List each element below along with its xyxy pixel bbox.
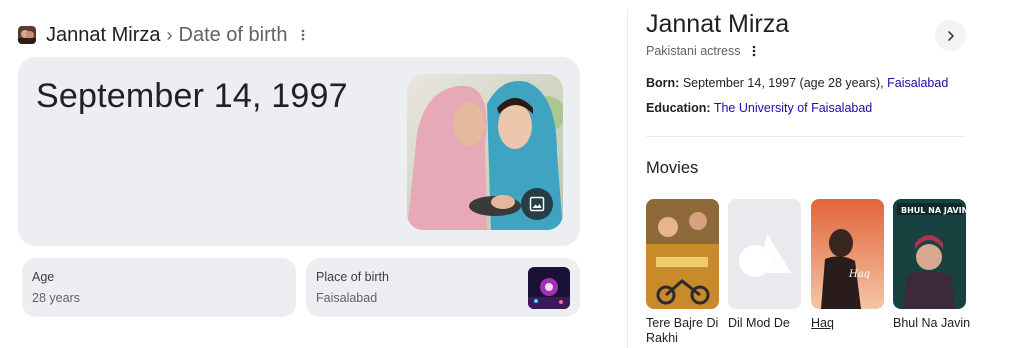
born-value: September 14, 1997 (age 28 years), — [682, 76, 884, 90]
answer-photo[interactable] — [407, 74, 563, 230]
place-of-birth-value: Faisalabad — [316, 291, 378, 305]
born-place-link[interactable]: Faisalabad — [887, 76, 948, 90]
movie-title[interactable]: Haq — [811, 316, 891, 331]
movie-poster-placeholder-icon[interactable] — [728, 199, 801, 309]
svg-text:BHUL NA JAVIN: BHUL NA JAVIN — [901, 206, 966, 215]
column-divider — [627, 10, 628, 348]
movie-title[interactable]: Tere Bajre Di Rakhi — [646, 316, 726, 346]
entity-thumbnail[interactable] — [18, 26, 36, 44]
place-of-birth-card[interactable]: Place of birth Faisalabad — [306, 258, 580, 317]
subtitle-text: Pakistani actress — [646, 44, 741, 58]
breadcrumb-attribute: Date of birth — [178, 23, 288, 46]
born-fact: Born: September 14, 1997 (age 28 years),… — [646, 76, 948, 90]
knowledge-panel-subtitle: Pakistani actress — [646, 44, 756, 58]
more-vert-icon[interactable] — [752, 45, 756, 57]
breadcrumb-entity[interactable]: Jannat Mirza — [46, 24, 161, 47]
place-of-birth-thumbnail — [528, 267, 570, 309]
section-divider — [646, 136, 966, 137]
movies-heading: Movies — [646, 159, 699, 177]
movie-poster-tere-bajre-di-rakhi[interactable] — [646, 199, 719, 309]
education-fact: Education: The University of Faisalabad — [646, 101, 872, 115]
svg-text:Haq: Haq — [848, 269, 870, 280]
movie-poster-haq[interactable]: Haq — [811, 199, 884, 309]
education-label: Education: — [646, 101, 711, 115]
education-link[interactable]: The University of Faisalabad — [714, 101, 872, 115]
movie-poster-bhul-na-javin[interactable]: BHUL NA JAVIN — [893, 199, 966, 309]
chevron-right-icon[interactable] — [935, 20, 966, 51]
image-icon[interactable] — [521, 188, 553, 220]
place-of-birth-label: Place of birth — [316, 270, 389, 284]
age-label: Age — [32, 270, 55, 284]
age-card[interactable]: Age 28 years — [22, 258, 296, 317]
born-label: Born: — [646, 76, 680, 90]
movie-title[interactable]: Dil Mod De — [728, 316, 808, 331]
movie-title[interactable]: Bhul Na Javin — [893, 316, 973, 331]
age-value: 28 years — [32, 291, 80, 305]
breadcrumb-separator: › — [166, 24, 173, 45]
answer-card: September 14, 1997 — [18, 57, 580, 246]
date-of-birth-answer: September 14, 1997 — [36, 77, 348, 115]
knowledge-panel-title: Jannat Mirza — [646, 10, 790, 38]
more-vert-icon[interactable] — [297, 26, 309, 44]
breadcrumb: Jannat Mirza › Date of birth — [18, 22, 309, 48]
